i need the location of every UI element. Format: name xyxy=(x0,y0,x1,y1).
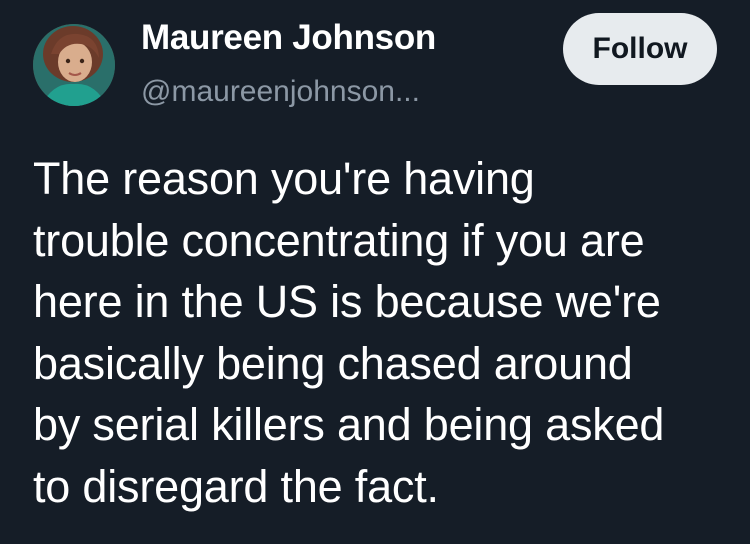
tweet-text-line: to disregard the fact. xyxy=(33,460,439,512)
tweet-text-line: here in the US is because we're xyxy=(33,276,661,327)
tweet-card: Maureen Johnson @maureenjohnson... Follo… xyxy=(0,0,750,544)
avatar[interactable] xyxy=(33,24,115,106)
follow-button[interactable]: Follow xyxy=(563,13,717,85)
tweet-text-line: basically being chased around xyxy=(33,337,633,389)
tweet-text-line: trouble concentrating if you are xyxy=(33,214,645,266)
tweet-text: The reason you're having trouble concent… xyxy=(33,148,733,517)
tweet-text-line: by serial killers and being asked xyxy=(33,399,665,450)
author-handle[interactable]: @maureenjohnson... xyxy=(141,75,420,109)
profile-photo-icon xyxy=(33,24,115,106)
tweet-text-line: The reason you're having xyxy=(33,153,535,204)
author-display-name[interactable]: Maureen Johnson xyxy=(141,18,436,58)
